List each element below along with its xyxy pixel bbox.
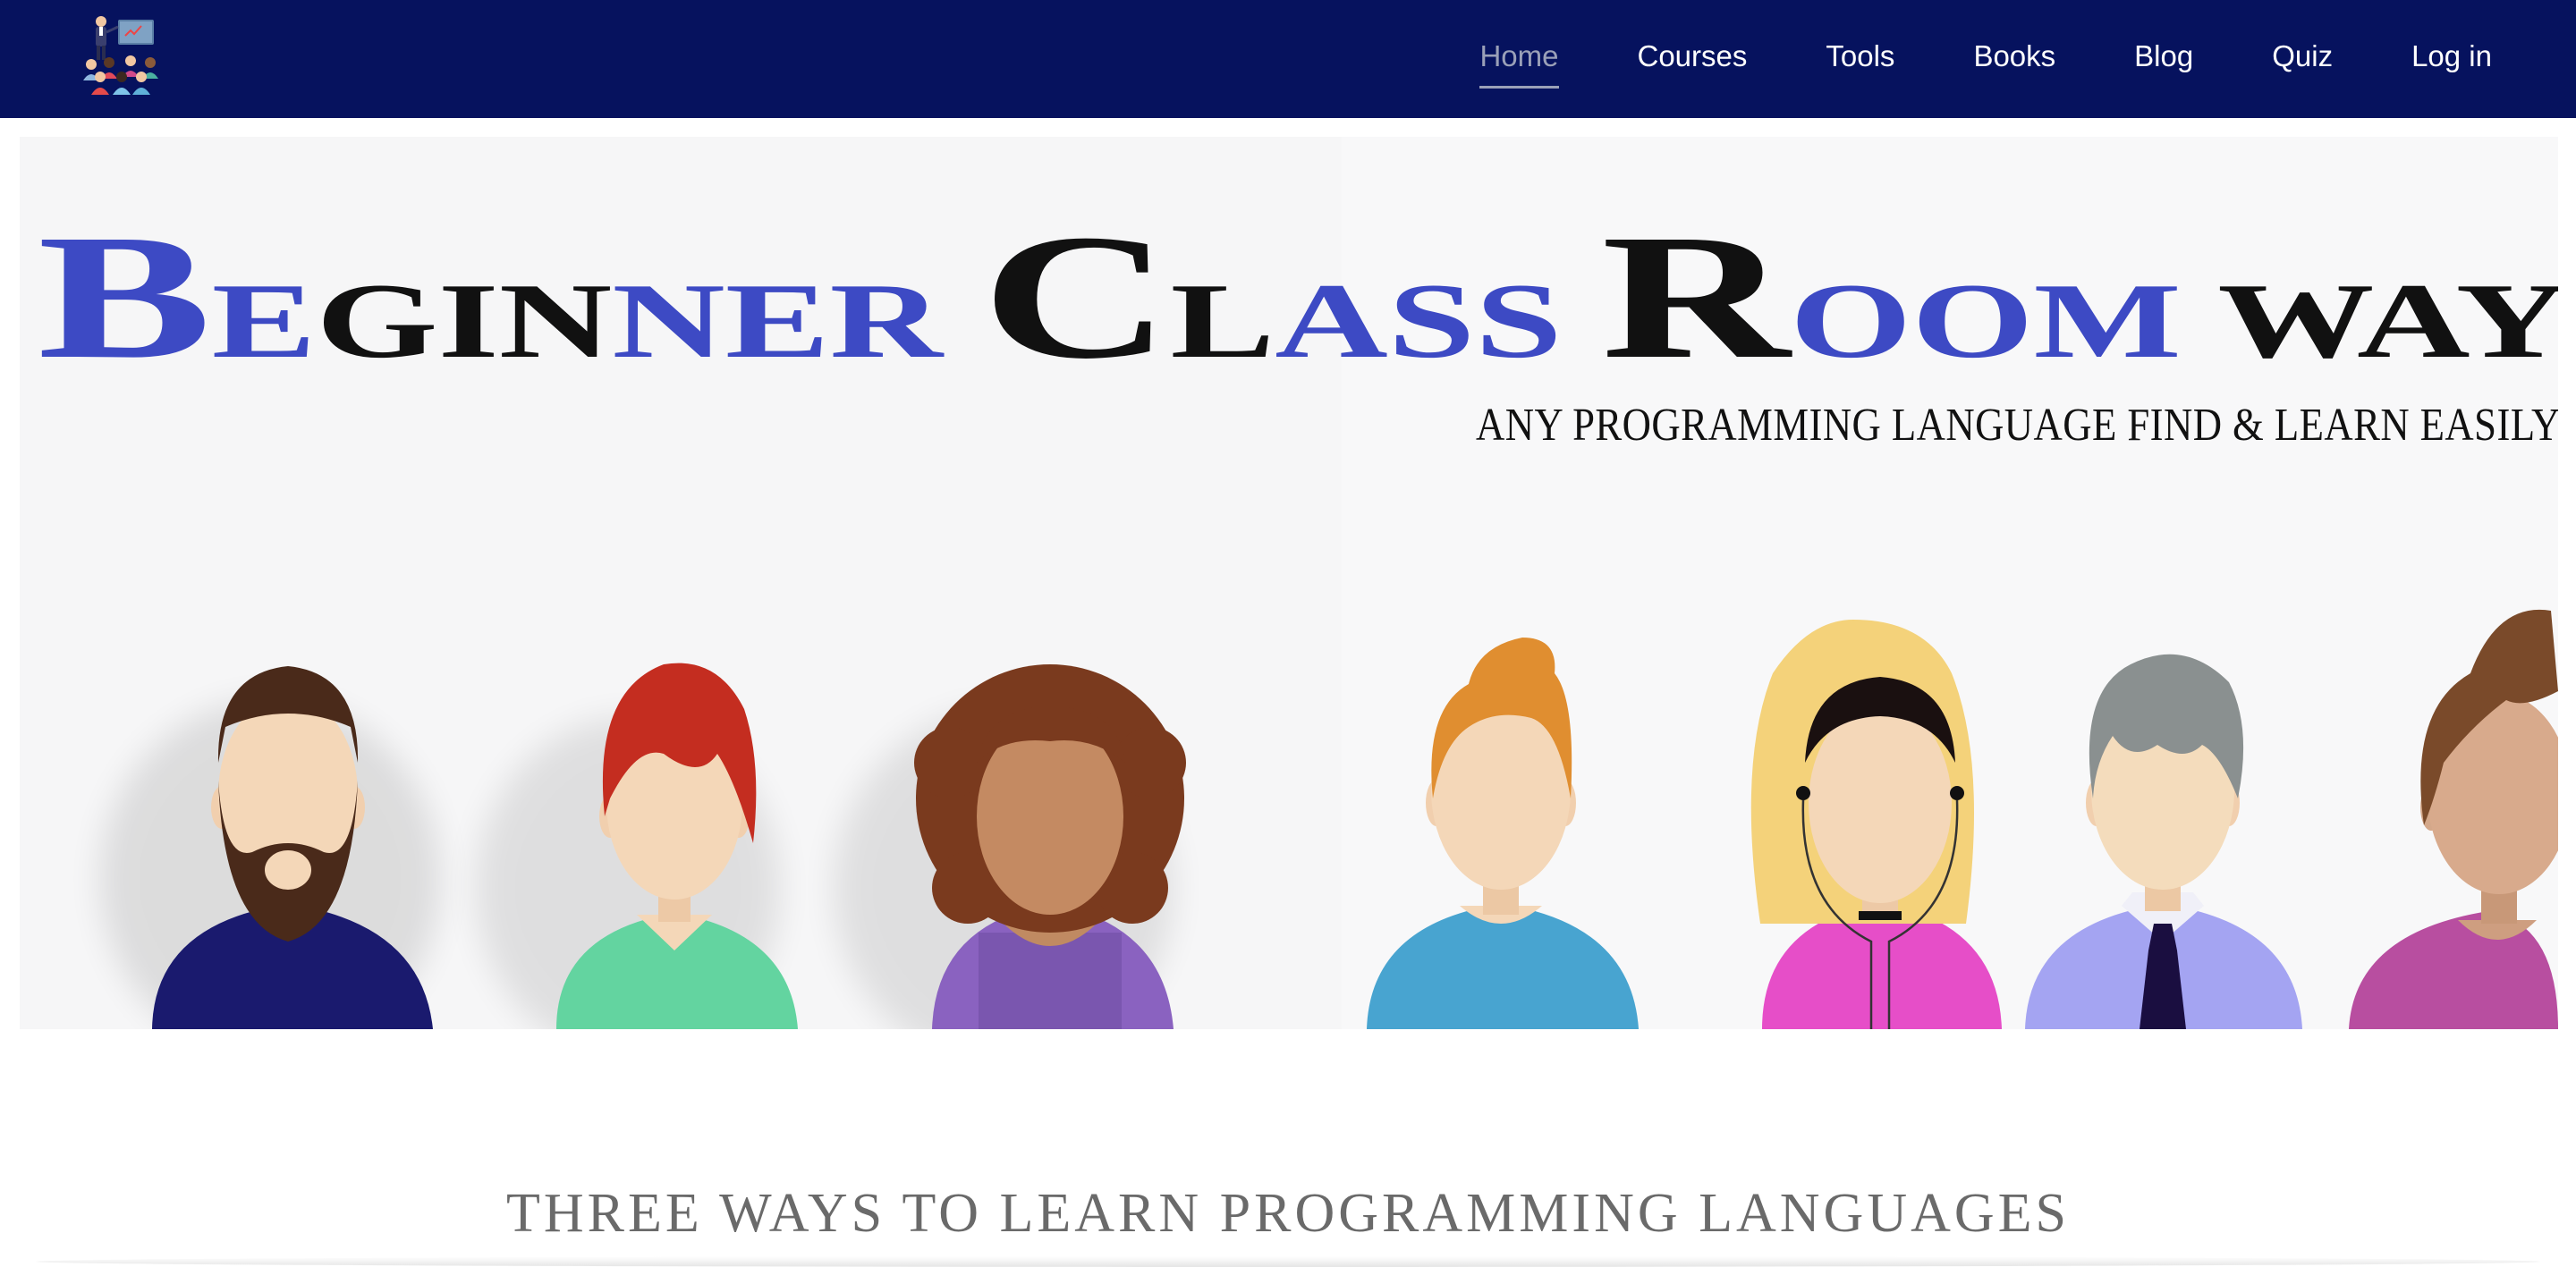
orange-hair-man-avatar-icon bbox=[1367, 638, 1639, 1029]
nav-quiz[interactable]: Quiz bbox=[2272, 38, 2333, 80]
nav-books[interactable]: Books bbox=[1973, 38, 2055, 80]
nav-login[interactable]: Log in bbox=[2411, 38, 2492, 80]
avatars-illustration bbox=[100, 609, 2558, 1029]
red-hair-woman-avatar-icon bbox=[476, 663, 798, 1029]
blonde-woman-headphones-avatar-icon bbox=[1750, 620, 2002, 1029]
bearded-man-avatar-icon bbox=[100, 666, 440, 1029]
nav-home[interactable]: Home bbox=[1479, 38, 1559, 89]
teacher-classroom-icon[interactable] bbox=[79, 13, 168, 95]
nav-courses[interactable]: Courses bbox=[1638, 38, 1748, 80]
nav-blog[interactable]: Blog bbox=[2134, 38, 2193, 80]
main-nav: Home Courses Tools Books Blog Quiz Log i… bbox=[1401, 0, 2492, 118]
section-divider-shadow bbox=[36, 1256, 2540, 1267]
nav-tools[interactable]: Tools bbox=[1826, 38, 1894, 80]
hero-banner[interactable]: BEGINNER CLASS ROOM WAY ANY PROGRAMMING … bbox=[20, 137, 2558, 1029]
brown-hair-woman-avatar-icon bbox=[2349, 609, 2558, 1029]
curly-hair-woman-avatar-icon bbox=[834, 664, 1186, 1029]
gray-hair-man-tie-avatar-icon bbox=[2025, 654, 2302, 1029]
section-title: THREE WAYS TO LEARN PROGRAMMING LANGUAGE… bbox=[506, 1183, 2070, 1244]
site-header: Home Courses Tools Books Blog Quiz Log i… bbox=[0, 0, 2576, 118]
